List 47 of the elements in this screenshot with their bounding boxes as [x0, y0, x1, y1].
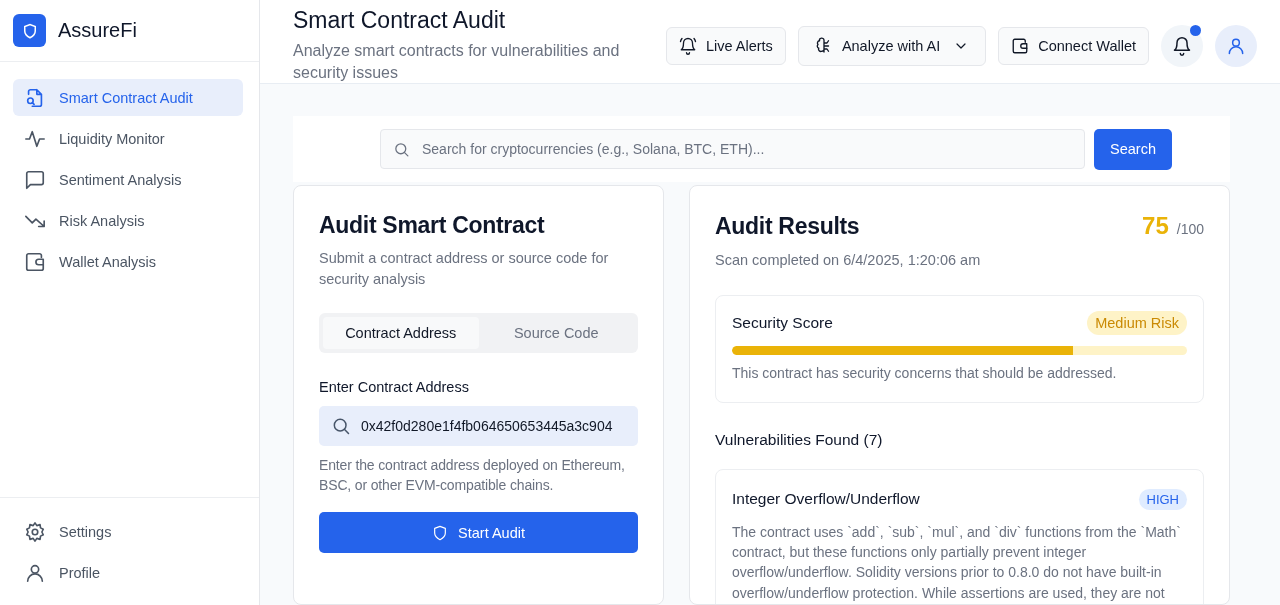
wallet-icon	[24, 250, 46, 273]
search-icon	[331, 416, 351, 437]
sidebar-item[interactable]: Smart Contract Audit	[13, 79, 243, 116]
page-title: Smart Contract Audit	[293, 7, 507, 34]
panel-title: Security Score	[732, 313, 833, 332]
search-icon	[393, 141, 410, 159]
sidebar-item[interactable]: Settings	[13, 513, 243, 550]
section-title: Vulnerabilities Found (7)	[715, 430, 884, 449]
bell-icon	[1172, 36, 1192, 56]
logo-icon	[13, 14, 46, 47]
card-title: Audit Results	[715, 212, 860, 240]
user-icon	[1226, 36, 1246, 56]
shield-icon	[432, 524, 449, 541]
notifications-button[interactable]	[1161, 25, 1203, 67]
field-label: Enter Contract Address	[319, 379, 470, 396]
scan-time: Scan completed on 6/4/2025, 1:20:06 am	[715, 251, 982, 271]
sidebar-item[interactable]: Profile	[13, 554, 243, 591]
settings-icon	[24, 520, 46, 543]
sidebar-item[interactable]: Wallet Analysis	[13, 243, 243, 280]
vulnerability-description: The contract uses `add`, `sub`, `mul`, and `div` functions from the `Math` contract, but these functions only partially prevent integer overflow/underflow. Solidity versions prior to 0.8.0 do not have built-in overflow/underflow protection. While assertions are used, they are not	[732, 522, 1182, 603]
search-button[interactable]: Search	[1094, 128, 1172, 170]
brand-name: AssureFi	[58, 19, 137, 42]
page-subtitle: Analyze smart contracts for vulnerabilities and security issues	[293, 41, 621, 83]
field-hint: Enter the contract address deployed on Ethereum, BSC, or other EVM-compatible chains.	[319, 456, 626, 496]
tab[interactable]: Contract Address	[323, 317, 479, 350]
header-button[interactable]: Connect Wallet	[998, 27, 1149, 65]
chat-icon	[24, 168, 46, 191]
score-max: /100	[1176, 221, 1204, 238]
card-subtitle: Submit a contract address or source code for security analysis	[319, 249, 610, 289]
risk-badge: Medium Risk	[1087, 310, 1187, 335]
score-value: 75	[1142, 212, 1169, 241]
severity-badge: HIGH	[1138, 488, 1187, 510]
tab[interactable]: Source Code	[478, 317, 634, 350]
wallet-icon	[1011, 37, 1030, 55]
sidebar-item[interactable]: Liquidity Monitor	[13, 120, 243, 157]
vulnerability-title: Integer Overflow/Underflow	[732, 490, 920, 509]
score-note: This contract has security concerns that should be addressed.	[732, 363, 1118, 383]
avatar-button[interactable]	[1215, 25, 1257, 67]
start-audit-button[interactable]: Start Audit	[319, 512, 638, 554]
bell-icon	[678, 37, 697, 55]
search-field[interactable]: Search for cryptocurrencies (e.g., Solana, BTC, ETH)...	[380, 129, 1086, 170]
card-title: Audit Smart Contract	[319, 212, 546, 240]
sidebar-item[interactable]: Risk Analysis	[13, 202, 243, 239]
header-button[interactable]: Live Alerts	[665, 27, 786, 65]
dropdown-button[interactable]: Analyze with AI	[797, 26, 987, 66]
address-field[interactable]: 0x42f0d280e1f4fb064650653445a3c904	[319, 406, 638, 447]
sidebar-item[interactable]: Sentiment Analysis	[13, 161, 243, 198]
